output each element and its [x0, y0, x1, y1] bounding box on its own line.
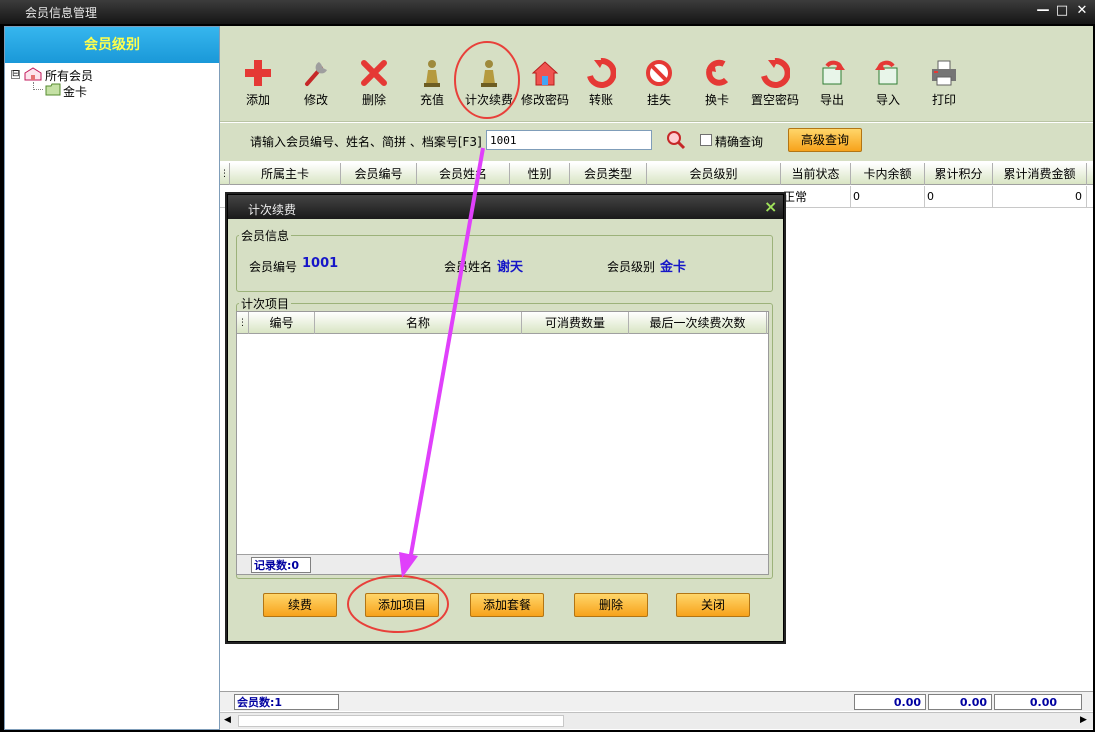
close-window-button[interactable]: ✕	[1074, 2, 1090, 20]
dialog-close-button[interactable]: 关闭	[676, 593, 750, 617]
dialog-close-icon[interactable]: ×	[764, 197, 777, 216]
column-header[interactable]: 可消费数量	[522, 312, 629, 334]
exact-search-checkbox[interactable]	[700, 134, 712, 146]
add-icon	[245, 60, 271, 86]
search-bar: 请输入会员编号、姓名、简拼 、档案号[F3] 精确查询 高级查询	[220, 123, 1093, 161]
scroll-right-icon[interactable]: ▶	[1080, 715, 1087, 725]
total-spent: 0.00	[994, 694, 1082, 710]
dialog-title: 计次续费	[248, 203, 297, 217]
members-folder-icon	[24, 67, 42, 81]
report-loss-button[interactable]: 挂失	[629, 58, 689, 108]
column-header[interactable]: 所属主卡	[230, 163, 341, 185]
member-name-value: 谢天	[497, 260, 524, 275]
member-level-value: 金卡	[660, 260, 687, 275]
scroll-left-icon[interactable]: ◀	[224, 715, 231, 725]
import-icon	[875, 60, 898, 85]
search-label: 请输入会员编号、姓名、简拼 、档案号[F3]	[250, 135, 482, 149]
column-header[interactable]: 当前状态	[781, 163, 851, 185]
column-header[interactable]: 最后一次续费次数	[629, 312, 767, 334]
edit-button[interactable]: 修改	[286, 58, 346, 108]
recharge-button[interactable]: 充值	[402, 58, 462, 108]
add-package-button[interactable]: 添加套餐	[470, 593, 544, 617]
member-info-legend: 会员信息	[239, 227, 292, 244]
print-icon	[932, 60, 956, 86]
password-icon	[531, 61, 559, 86]
spent-cell: 0	[993, 186, 1087, 208]
member-level-panel: 会员级别 ⊟ 所有会员 金卡	[4, 26, 220, 730]
report-loss-icon	[646, 60, 672, 86]
import-button[interactable]: 导入	[858, 58, 918, 108]
maximize-button[interactable]: □	[1054, 2, 1070, 20]
column-header[interactable]: 卡内余额	[851, 163, 925, 185]
status-cell: 正常	[781, 186, 851, 208]
column-header[interactable]: 会员姓名	[417, 163, 510, 185]
window-title: 会员信息管理	[25, 6, 98, 20]
count-renew-button[interactable]: 计次续费	[459, 58, 519, 108]
change-card-icon	[706, 59, 729, 86]
record-count-bar: 记录数:0	[237, 554, 768, 574]
member-count: 会员数:1	[234, 694, 339, 710]
toolbar: 添加 修改 删除 充值 计次续费 修改密码 转账 挂失 换卡 置空密码 导出 导…	[220, 26, 1093, 122]
column-header[interactable]: 会员级别	[647, 163, 781, 185]
member-level-label: 会员级别	[607, 260, 656, 274]
count-renew-icon	[481, 60, 497, 87]
balance-cell: 0	[851, 186, 925, 208]
clear-password-button[interactable]: 置空密码	[745, 58, 805, 108]
folder-icon	[45, 83, 61, 96]
edit-icon	[305, 62, 327, 86]
clear-password-icon	[761, 58, 790, 88]
column-header[interactable]: 会员类型	[570, 163, 647, 185]
total-balance: 0.00	[854, 694, 926, 710]
column-header[interactable]: 累计积分	[925, 163, 993, 185]
count-items-legend: 计次项目	[239, 295, 292, 312]
member-id-value: 1001	[302, 256, 339, 271]
record-count: 记录数:0	[251, 557, 311, 573]
count-renew-dialog: 计次续费 × 会员信息 会员编号 1001 会员姓名 谢天 会员级别 金卡 计次…	[227, 194, 784, 642]
dialog-title-bar: 计次续费 ×	[228, 195, 783, 219]
renew-button[interactable]: 续费	[263, 593, 337, 617]
delete-icon	[361, 60, 387, 86]
member-table-header: ⋮ 所属主卡 会员编号 会员姓名 性别 会员类型 会员级别 当前状态 卡内余额 …	[220, 163, 1093, 185]
search-icon[interactable]	[666, 130, 686, 150]
column-header[interactable]: 性别	[510, 163, 570, 185]
export-button[interactable]: 导出	[802, 58, 862, 108]
change-card-button[interactable]: 换卡	[687, 58, 747, 108]
print-button[interactable]: 打印	[914, 58, 974, 108]
tree-item-label: 所有会员	[45, 69, 94, 83]
exact-search-label: 精确查询	[715, 135, 764, 149]
member-table-footer: 会员数:1 0.00 0.00 0.00	[220, 691, 1093, 711]
change-password-button[interactable]: 修改密码	[515, 58, 575, 108]
column-header[interactable]: 编号	[249, 312, 315, 334]
column-header[interactable]: 会员编号	[341, 163, 417, 185]
transfer-icon	[587, 58, 616, 88]
transfer-button[interactable]: 转账	[571, 58, 631, 108]
member-id-label: 会员编号	[249, 260, 298, 274]
count-items-table: ⋮ 编号 名称 可消费数量 最后一次续费次数 记录数:0	[236, 311, 769, 575]
member-level-header: 会员级别	[5, 27, 219, 63]
add-button[interactable]: 添加	[228, 58, 288, 108]
advanced-search-button[interactable]: 高级查询	[788, 128, 862, 152]
total-points: 0.00	[928, 694, 992, 710]
row-selector-header: ⋮	[220, 163, 230, 185]
column-header[interactable]: 累计消费金额	[993, 163, 1087, 185]
add-item-button[interactable]: 添加项目	[365, 593, 439, 617]
member-name-label: 会员姓名	[444, 260, 493, 274]
dialog-delete-button[interactable]: 删除	[574, 593, 648, 617]
tree-item-label: 金卡	[63, 85, 88, 99]
search-input[interactable]	[486, 130, 652, 150]
column-header[interactable]: 名称	[315, 312, 522, 334]
scrollbar-thumb[interactable]	[238, 715, 564, 727]
title-bar: 会员信息管理 — □ ✕	[0, 0, 1095, 24]
row-selector-header: ⋮	[237, 312, 249, 334]
tree-expander[interactable]: ⊟	[11, 70, 20, 79]
minimize-button[interactable]: —	[1035, 2, 1051, 20]
recharge-icon	[424, 60, 440, 87]
items-table-header: ⋮ 编号 名称 可消费数量 最后一次续费次数	[237, 312, 768, 334]
export-icon	[822, 60, 845, 85]
points-cell: 0	[925, 186, 993, 208]
delete-button[interactable]: 删除	[344, 58, 404, 108]
horizontal-scrollbar[interactable]: ◀ ▶	[220, 712, 1093, 729]
